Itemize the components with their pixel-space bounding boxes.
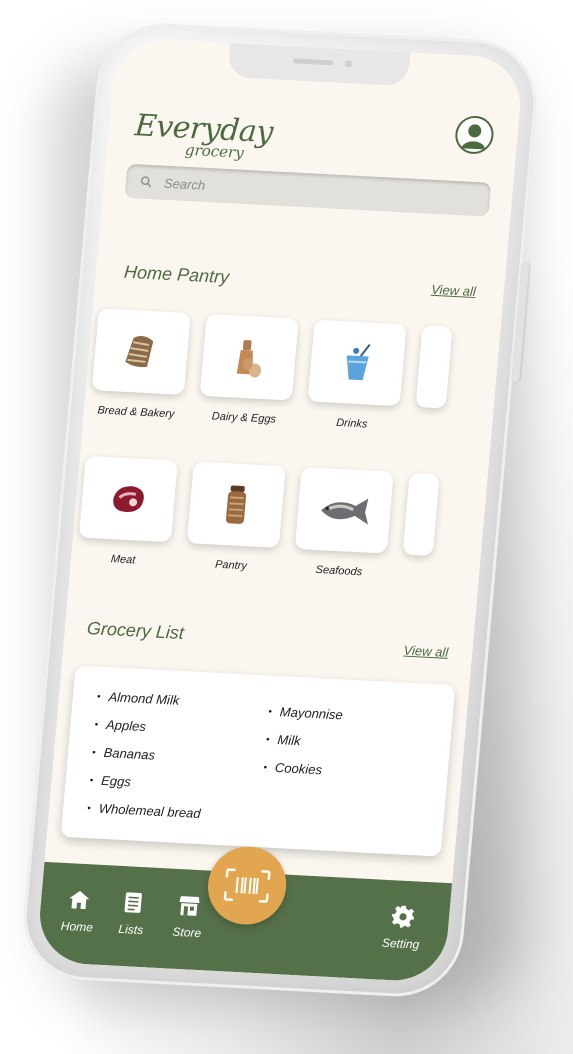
tab-label: Home: [60, 918, 94, 935]
category-card-more[interactable]: [413, 325, 500, 437]
logo-subtitle: grocery: [184, 140, 245, 162]
search-input[interactable]: [161, 174, 447, 206]
grocery-list-title: Grocery List: [86, 618, 185, 644]
meat-icon: [113, 486, 144, 512]
category-tile: [402, 472, 440, 557]
front-camera: [344, 60, 353, 68]
category-label: Meat: [110, 553, 136, 567]
gear-icon: [392, 905, 415, 928]
category-label: Dairy & Eggs: [211, 410, 277, 426]
list-item[interactable]: Mayonnise: [267, 698, 344, 730]
category-tile: [186, 461, 286, 548]
list-item[interactable]: Milk: [265, 725, 342, 757]
category-tile: [307, 319, 407, 407]
tab-setting[interactable]: Setting: [372, 903, 432, 952]
grocery-column-1: Almond Milk Apples Bananas Eggs Wholemea…: [86, 683, 212, 828]
list-icon: [124, 892, 142, 913]
tab-home[interactable]: Home: [52, 887, 104, 935]
pantry-row-1: Bread & Bakery Dairy & Eggs Drinks: [89, 308, 500, 437]
app-logo: Everyday grocery: [133, 108, 274, 162]
profile-avatar[interactable]: [453, 114, 496, 155]
fish-icon: [321, 498, 369, 525]
category-card-drinks[interactable]: Drinks: [305, 319, 407, 432]
list-item[interactable]: Cookies: [262, 753, 339, 785]
user-icon: [461, 124, 486, 150]
tab-label: Setting: [381, 935, 420, 952]
category-card-more[interactable]: [400, 472, 487, 585]
list-item[interactable]: Wholemeal bread: [86, 794, 202, 828]
category-tile: [78, 455, 178, 543]
category-label: Pantry: [214, 558, 248, 573]
category-label: Seafoods: [315, 563, 363, 579]
pantry-row-2: Meat Pantry Seafoods: [77, 455, 488, 585]
tab-lists[interactable]: Lists: [106, 889, 158, 937]
phone-device: Everyday grocery Home Pantry View all: [18, 20, 542, 1000]
category-label: Bread & Bakery: [96, 404, 175, 421]
category-tile: [294, 467, 394, 554]
category-tile: [91, 308, 191, 395]
drink-icon: [346, 343, 371, 381]
category-card-dairy-eggs[interactable]: Dairy & Eggs: [197, 314, 299, 426]
grocery-list-card[interactable]: Almond Milk Apples Bananas Eggs Wholemea…: [60, 665, 456, 857]
scan-button[interactable]: [204, 844, 290, 927]
grocery-list-view-all-link[interactable]: View all: [403, 643, 449, 660]
grocery-column-2: Mayonnise Milk Cookies: [262, 698, 344, 786]
category-card-seafoods[interactable]: Seafoods: [292, 467, 394, 579]
pantry-jar-icon: [225, 485, 247, 524]
search-icon: [140, 176, 152, 188]
home-pantry-view-all-link[interactable]: View all: [431, 282, 477, 299]
home-pantry-title: Home Pantry: [123, 261, 231, 288]
category-tile: [199, 314, 299, 401]
home-icon: [69, 890, 90, 910]
tab-label: Lists: [117, 921, 144, 938]
category-label: Drinks: [335, 416, 368, 431]
app-screen: Everyday grocery Home Pantry View all: [35, 37, 525, 983]
speaker: [292, 58, 334, 66]
barcode-scan-icon: [223, 868, 271, 903]
bread-icon: [125, 336, 154, 368]
dairy-eggs-icon: [236, 340, 262, 378]
search-bar[interactable]: [124, 163, 492, 217]
store-icon: [179, 896, 200, 916]
tab-label: Store: [171, 924, 202, 941]
category-card-pantry[interactable]: Pantry: [184, 461, 286, 573]
tab-store[interactable]: Store: [162, 892, 214, 940]
category-card-bread-bakery[interactable]: Bread & Bakery: [89, 308, 191, 421]
bottom-tab-bar: Home Lists Store Setting: [35, 844, 453, 983]
category-tile: [415, 325, 453, 409]
category-card-meat[interactable]: Meat: [77, 455, 178, 568]
